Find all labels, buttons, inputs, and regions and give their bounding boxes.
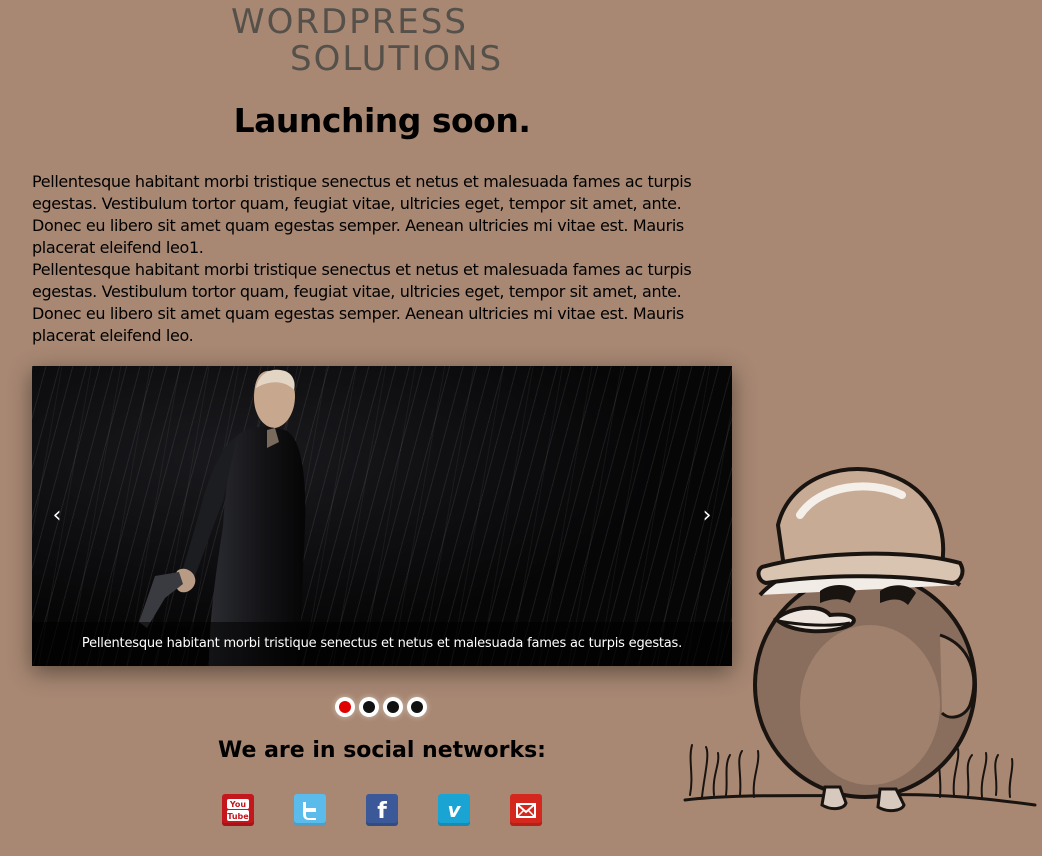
intro-paragraph: Pellentesque habitant morbi tristique se… [32,260,692,345]
site-logo[interactable]: WORDPRESS SOLUTIONS [231,4,503,78]
facebook-icon[interactable]: f [366,794,398,826]
youtube-icon[interactable]: You Tube [222,794,254,826]
slider-dot[interactable] [335,697,355,717]
svg-text:f: f [377,799,387,822]
logo-line-1: WORDPRESS [231,2,468,42]
slider-prev-arrow[interactable]: ‹ [44,503,70,529]
slider-dot[interactable] [359,697,379,717]
slide-caption: Pellentesque habitant morbi tristique se… [32,622,732,666]
intro-paragraph: Pellentesque habitant morbi tristique se… [32,172,692,257]
social-links: You Tube f v [222,794,542,826]
svg-text:v: v [447,798,461,822]
logo-line-2: SOLUTIONS [290,39,504,79]
svg-text:Tube: Tube [227,812,249,821]
svg-text:You: You [229,800,247,809]
slider-dot[interactable] [407,697,427,717]
social-title: We are in social networks: [218,738,546,763]
image-slider: ‹ › Pellentesque habitant morbi tristiqu… [32,366,732,666]
intro-text: Pellentesque habitant morbi tristique se… [32,171,732,347]
slide-figure [139,369,306,666]
vimeo-icon[interactable]: v [438,794,470,826]
construction-bird-mascot [683,467,1037,813]
slider-pagination [335,697,427,719]
page-title: Launching soon. [233,101,531,140]
email-icon[interactable] [510,794,542,826]
slider-dot[interactable] [383,697,403,717]
twitter-icon[interactable] [294,794,326,826]
